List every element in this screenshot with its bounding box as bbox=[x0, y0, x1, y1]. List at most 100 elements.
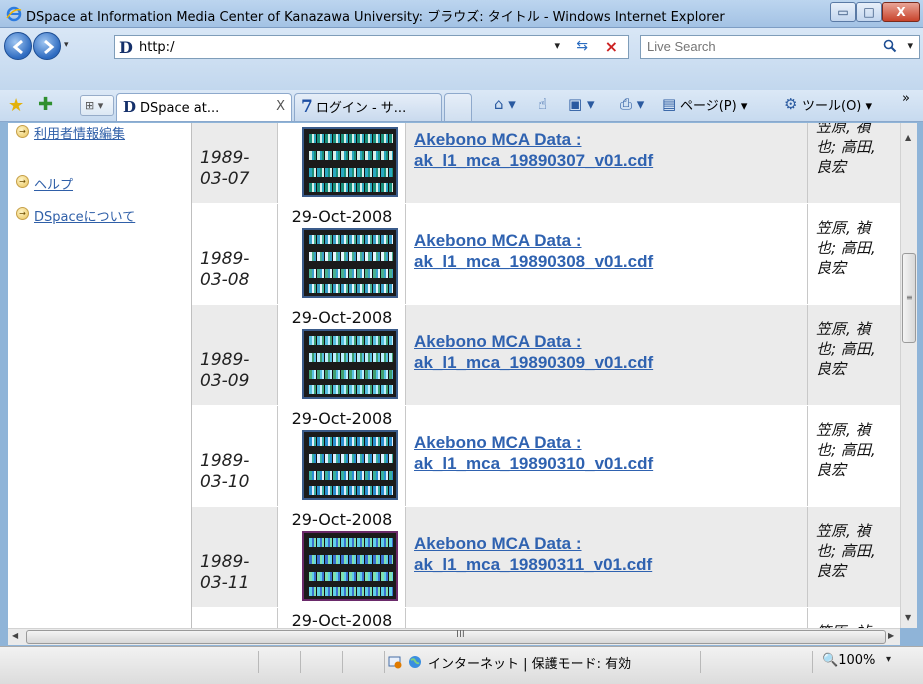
status-divider bbox=[384, 651, 385, 673]
search-dropdown-icon[interactable]: ▾ bbox=[907, 39, 913, 52]
feeds-icon[interactable]: ▣ ▾ bbox=[568, 95, 594, 113]
item-title: Akebono MCA Data : bbox=[414, 231, 582, 250]
nav-link-about[interactable]: DSpaceについて bbox=[34, 206, 135, 225]
tab-dspace[interactable]: D DSpace at... X bbox=[116, 93, 292, 121]
security-zone[interactable]: インターネット | 保護モード: 有効 bbox=[428, 653, 631, 672]
scroll-up-icon[interactable]: ▲ bbox=[905, 133, 911, 142]
status-bar: インターネット | 保護モード: 有効 🔍100% ▾ bbox=[0, 646, 923, 684]
scroll-grip-icon: ≡ bbox=[906, 293, 913, 302]
zoom-dropdown-icon[interactable]: ▾ bbox=[886, 654, 891, 665]
issue-date: 1989- 03-11 bbox=[200, 552, 249, 594]
issue-date-year: 1989- bbox=[200, 350, 250, 370]
thumbnail-strip bbox=[309, 555, 393, 564]
issue-date: 1989- 03-09 bbox=[200, 350, 249, 392]
title-cell: Akebono MCA Data : bbox=[406, 608, 808, 628]
tab-close-icon[interactable]: X bbox=[276, 94, 285, 120]
zoom-level[interactable]: 🔍100% bbox=[822, 653, 875, 668]
history-dropdown-icon[interactable]: ▾ bbox=[64, 40, 69, 50]
search-icon[interactable] bbox=[883, 39, 897, 53]
item-title-link[interactable]: Akebono MCA Data : ak_l1_mca_19890311_v0… bbox=[414, 533, 652, 575]
thumbnail-strip bbox=[309, 471, 393, 480]
page-menu[interactable]: ページ(P) ▾ bbox=[680, 95, 747, 114]
table-row: 1989- 03-11 29-Oct-2008 Akebono MCA Data… bbox=[192, 507, 900, 607]
print-icon[interactable]: ⎙ ▾ bbox=[620, 95, 644, 113]
tools-menu[interactable]: ツール(O) ▾ bbox=[802, 95, 872, 114]
item-title-link[interactable]: Akebono MCA Data : ak_l1_mca_19890307_v0… bbox=[414, 129, 653, 171]
maximize-button[interactable]: □ bbox=[856, 2, 882, 22]
issue-date-day: 03-07 bbox=[200, 169, 250, 189]
tab-login[interactable]: 7 ログイン - サ... bbox=[294, 93, 442, 121]
thumbnail-image[interactable] bbox=[302, 531, 398, 601]
hand-icon[interactable]: ☝ bbox=[538, 95, 547, 113]
issue-date-day: 03-09 bbox=[200, 371, 250, 391]
author-line: 良宏 bbox=[816, 259, 847, 277]
author-cell: 笠原, 禎 也; 高田, 良宏 bbox=[808, 305, 900, 405]
login-tab-icon: 7 bbox=[301, 97, 313, 117]
search-box[interactable]: ▾ bbox=[640, 35, 920, 59]
stop-icon[interactable]: × bbox=[605, 37, 618, 56]
thumbnail-strip bbox=[309, 183, 393, 192]
table-row: 1989- 03-10 29-Oct-2008 Akebono MCA Data… bbox=[192, 406, 900, 506]
search-input[interactable] bbox=[647, 39, 867, 54]
item-title-link[interactable]: Akebono MCA Data : ak_l1_mca_19890309_v0… bbox=[414, 331, 653, 373]
author-cell: 笠原, 禎 也; 高田, 良宏 bbox=[808, 204, 900, 304]
item-title-link[interactable]: Akebono MCA Data : ak_l1_mca_19890308_v0… bbox=[414, 230, 653, 272]
issue-date: 1989- 03-07 bbox=[200, 148, 249, 190]
author-line: 也; 高田, bbox=[816, 340, 876, 358]
horizontal-scrollbar[interactable]: ◀ III ▶ bbox=[8, 628, 900, 645]
item-filename: ak_l1_mca_19890309_v01.cdf bbox=[414, 353, 654, 372]
more-commands-icon[interactable]: » bbox=[902, 91, 910, 106]
item-author: 笠原, 禎 也; 高田, 良宏 bbox=[816, 521, 898, 581]
nav-link-profile[interactable]: 利用者情報編集 bbox=[34, 123, 125, 142]
item-filename: ak_l1_mca_19890311_v01.cdf bbox=[414, 555, 653, 574]
title-bar: DSpace at Information Media Center of Ka… bbox=[0, 0, 923, 28]
close-window-button[interactable]: X bbox=[882, 2, 920, 22]
nav-link-help[interactable]: ヘルプ bbox=[34, 174, 73, 193]
thumbnail-cell: 29-Oct-2008 bbox=[278, 406, 406, 506]
thumbnail-image[interactable] bbox=[302, 329, 398, 399]
item-title: Akebono MCA Data : bbox=[414, 433, 582, 452]
back-button[interactable] bbox=[4, 32, 32, 60]
author-cell: 笠原, 禎 也; 高田, bbox=[808, 608, 900, 628]
thumbnail-strip bbox=[309, 538, 393, 547]
quick-tabs-button[interactable]: ⊞ ▾ bbox=[80, 95, 114, 116]
popup-blocker-icon[interactable] bbox=[388, 655, 402, 669]
item-title: Akebono MCA Data : bbox=[414, 130, 582, 149]
thumbnail-image[interactable] bbox=[302, 228, 398, 298]
new-tab-button[interactable] bbox=[444, 93, 472, 121]
address-dropdown-icon[interactable]: ▾ bbox=[554, 39, 560, 52]
quick-tabs-icon: ⊞ ▾ bbox=[85, 99, 104, 112]
item-title-link[interactable]: Akebono MCA Data : ak_l1_mca_19890310_v0… bbox=[414, 432, 653, 474]
forward-button[interactable] bbox=[33, 32, 61, 60]
globe-icon bbox=[409, 656, 421, 668]
address-url[interactable]: http:/ bbox=[139, 40, 174, 55]
issue-date-year: 1989- bbox=[200, 552, 250, 572]
thumbnail-image[interactable] bbox=[302, 430, 398, 500]
issue-date-year: 1989- bbox=[200, 249, 250, 269]
item-author: 笠原, 禎 也; 高田, 良宏 bbox=[816, 123, 898, 177]
author-cell: 笠原, 禎 也; 高田, 良宏 bbox=[808, 123, 900, 203]
thumbnail-strip bbox=[309, 151, 393, 160]
scroll-down-icon[interactable]: ▼ bbox=[905, 613, 911, 622]
thumbnail-strip bbox=[309, 284, 393, 293]
thumbnail-image[interactable] bbox=[302, 127, 398, 197]
thumbnail-date: 29-Oct-2008 bbox=[291, 308, 393, 327]
status-divider bbox=[700, 651, 701, 673]
internet-explorer-icon bbox=[6, 6, 22, 22]
favorites-star-icon[interactable]: ★ bbox=[8, 95, 24, 116]
refresh-icon[interactable]: ⇆ bbox=[576, 38, 588, 54]
address-bar[interactable]: D http:/ ▾ ⇆ × bbox=[114, 35, 629, 59]
scroll-right-icon[interactable]: ▶ bbox=[888, 631, 894, 640]
scroll-left-icon[interactable]: ◀ bbox=[12, 631, 18, 640]
item-title: Akebono MCA Data : bbox=[414, 332, 582, 351]
vertical-scrollbar[interactable]: ▲ ≡ ▼ bbox=[900, 123, 917, 628]
minimize-button[interactable]: ▭ bbox=[830, 2, 856, 22]
date-cell: 1989- 03-07 bbox=[192, 123, 278, 203]
status-divider bbox=[300, 651, 301, 673]
author-cell: 笠原, 禎 也; 高田, 良宏 bbox=[808, 507, 900, 607]
home-icon[interactable]: ⌂ ▾ bbox=[494, 95, 516, 113]
author-line: 也; 高田, bbox=[816, 441, 876, 459]
issue-date-year: 1989- bbox=[200, 148, 250, 168]
add-favorite-icon[interactable]: ✚ bbox=[38, 94, 53, 115]
thumbnail-date: 29-Oct-2008 bbox=[291, 409, 393, 428]
